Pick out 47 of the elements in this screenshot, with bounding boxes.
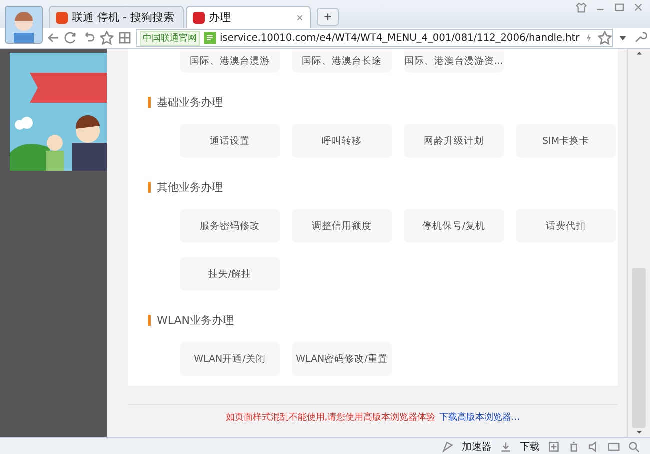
address-bar[interactable]: 中国联通官网 iservice.10010.com/e4/WT4/WT4_MENU_4_001/081/112_2006/handle.htr bbox=[136, 29, 613, 47]
section-title: 基础业务办理 bbox=[157, 95, 223, 110]
add-icon[interactable] bbox=[548, 440, 560, 452]
section-title: 其他业务办理 bbox=[157, 180, 223, 195]
site-icon bbox=[193, 12, 205, 24]
grid-icon[interactable] bbox=[118, 31, 132, 45]
service-button[interactable]: 国际、港澳台长途 bbox=[292, 49, 392, 73]
close-icon[interactable] bbox=[633, 2, 644, 13]
plus-icon bbox=[324, 12, 332, 22]
screen-icon[interactable] bbox=[608, 440, 620, 452]
download-link[interactable]: 下载高版本浏览器... bbox=[440, 411, 520, 424]
service-button[interactable]: 挂失/解挂 bbox=[180, 257, 280, 291]
browser-notice: 如页面样式混乱不能使用,请您使用高版本浏览器体验 bbox=[226, 412, 436, 424]
new-tab-button[interactable] bbox=[317, 8, 339, 26]
site-badge: 中国联通官网 bbox=[140, 30, 200, 46]
service-button[interactable]: 停机保号/复机 bbox=[404, 209, 504, 243]
service-button[interactable]: 国际、港澳台漫游资... bbox=[404, 49, 504, 73]
zoom-icon[interactable] bbox=[628, 440, 640, 452]
browser-tab[interactable]: 联通 停机 - 搜狗搜索 bbox=[49, 6, 184, 28]
service-button[interactable]: 调整信用额度 bbox=[292, 209, 392, 243]
shirt-icon[interactable] bbox=[576, 2, 587, 13]
service-button[interactable]: 国际、港澳台漫游 bbox=[180, 49, 280, 73]
accelerator-label[interactable]: 加速器 bbox=[462, 440, 492, 454]
service-button[interactable]: 网龄升级计划 bbox=[404, 124, 504, 158]
certificate-icon bbox=[204, 32, 216, 44]
trash-icon[interactable] bbox=[568, 440, 580, 452]
download-icon[interactable] bbox=[500, 440, 512, 452]
service-button[interactable]: 服务密码修改 bbox=[180, 209, 280, 243]
download-label[interactable]: 下载 bbox=[520, 440, 540, 454]
url-text: iservice.10010.com/e4/WT4/WT4_MENU_4_001/081/112_2006/handle.htr bbox=[220, 32, 580, 44]
service-button[interactable]: WLAN密码修改/重置 bbox=[292, 342, 392, 376]
close-icon[interactable] bbox=[296, 14, 304, 22]
back-icon[interactable] bbox=[46, 31, 60, 45]
star-icon[interactable] bbox=[598, 31, 612, 45]
service-button[interactable]: SIM卡换卡 bbox=[516, 124, 616, 158]
maximize-icon[interactable] bbox=[614, 2, 625, 13]
service-button[interactable]: WLAN开通/关闭 bbox=[180, 342, 280, 376]
avatar-icon[interactable] bbox=[5, 6, 43, 44]
scrollbar-thumb[interactable] bbox=[632, 268, 646, 428]
section-title: WLAN业务办理 bbox=[157, 313, 234, 328]
service-button[interactable]: 呼叫转移 bbox=[292, 124, 392, 158]
refresh-icon[interactable] bbox=[64, 31, 78, 45]
browser-tab[interactable]: 办理 bbox=[186, 6, 311, 28]
service-button[interactable]: 话费代扣 bbox=[516, 209, 616, 243]
site-icon bbox=[56, 12, 68, 24]
service-button[interactable]: 通话设置 bbox=[180, 124, 280, 158]
star-icon[interactable] bbox=[100, 31, 114, 45]
